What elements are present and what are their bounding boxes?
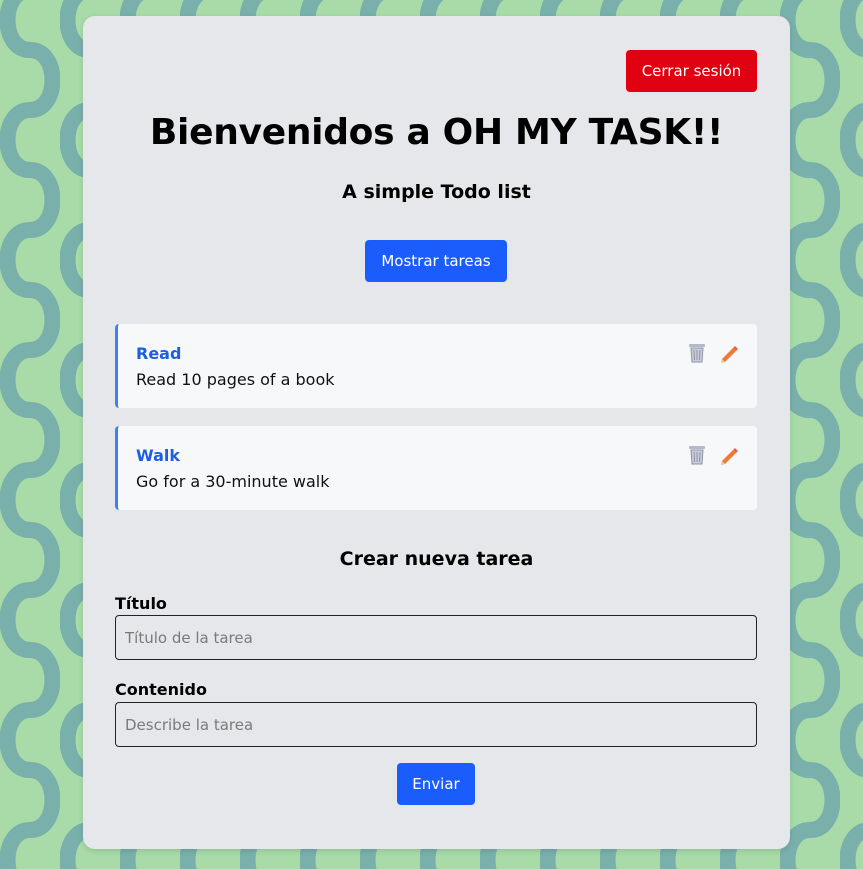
task-item: Read Read 10 pages of a book: [115, 324, 757, 408]
content-label: Contenido: [115, 680, 207, 699]
pencil-icon[interactable]: [719, 444, 739, 466]
submit-button[interactable]: Enviar: [397, 763, 475, 805]
page-subtitle: A simple Todo list: [342, 181, 531, 203]
pencil-icon[interactable]: [719, 342, 739, 364]
show-tasks-button[interactable]: Mostrar tareas: [365, 240, 507, 282]
logout-button[interactable]: Cerrar sesión: [626, 50, 757, 92]
main-card: Cerrar sesión Bienvenidos a OH MY TASK!!…: [83, 16, 790, 849]
task-description: Go for a 30-minute walk: [136, 472, 330, 491]
task-description: Read 10 pages of a book: [136, 370, 335, 389]
title-input[interactable]: [115, 615, 757, 660]
trash-icon[interactable]: [687, 342, 707, 364]
task-list: Read Read 10 pages of a book Walk Go for…: [115, 324, 757, 528]
task-title: Read: [136, 344, 182, 363]
content-input[interactable]: [115, 702, 757, 747]
task-title: Walk: [136, 446, 180, 465]
task-actions: [687, 444, 739, 466]
trash-icon[interactable]: [687, 444, 707, 466]
task-actions: [687, 342, 739, 364]
title-label: Título: [115, 594, 167, 613]
task-item: Walk Go for a 30-minute walk: [115, 426, 757, 510]
form-heading: Crear nueva tarea: [339, 548, 534, 570]
page-title: Bienvenidos a OH MY TASK!!: [149, 112, 724, 153]
